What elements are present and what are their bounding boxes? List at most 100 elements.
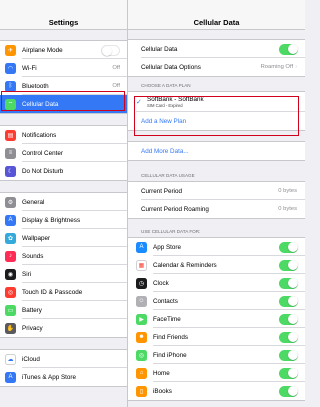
app-cellular-toggle[interactable] [279,313,298,325]
app-label: iBooks [153,387,172,395]
battery-icon: ▭ [5,304,16,316]
sidebar-title: Settings [0,0,127,30]
toggle-knob [287,314,298,324]
sidebar-item-display-brightness[interactable]: A Display & Brightness [0,211,127,229]
toggle-knob [287,332,298,342]
app-store-icon: A [136,241,147,253]
sidebar-item-itunes-app-store[interactable]: AiTunes & App Store [0,368,127,386]
apps-group: A App Store ▦ Calendar & Reminders ◷ Clock ☺ Co… [128,237,305,401]
cellular-data-panel: Cellular Data Cellular Data Cellular Data… [128,0,305,407]
sidebar-item-label: Siri [22,270,32,278]
sidebar-item-label: Battery [22,306,42,314]
chevron-right-icon: › [295,64,297,70]
usage-row-current-period: Current Period 0 bytes [128,182,305,200]
toggle-knob [287,296,298,306]
sidebar-item-label: Wi-Fi [22,64,37,72]
sidebar-item-label: Sounds [22,252,44,260]
sidebar-item-label: Touch ID & Passcode [22,288,83,296]
sidebar-item-notifications[interactable]: ▤ Notifications [0,126,127,144]
sidebar-item-privacy[interactable]: ✋ Privacy [0,319,127,337]
app-row-find-iphone: ◎ Find iPhone [128,346,305,364]
usage-value: 0 bytes [278,206,297,212]
row-value: Roaming Off [260,64,294,70]
airplane-mode-toggle[interactable] [101,44,120,56]
sidebar-group-accounts: ☁ iCloud AiTunes & App Store [0,349,127,387]
app-cellular-toggle[interactable] [279,331,298,343]
toggle-knob [287,386,298,396]
moon-icon: ☾ [5,165,16,177]
toggle-knob [287,44,298,54]
sidebar-group-general: ⚙ General A Display & Brightness ✿ Wallpaper ♪… [0,192,127,338]
add-more-data-link[interactable]: Add More Data... [128,142,305,160]
row-cellular-data-options[interactable]: Cellular Data Options Roaming Off › [128,58,305,76]
control-center-icon: ≡ [5,147,16,159]
icloud-icon: ☁ [5,353,16,365]
sidebar-item-touch-id-passcode[interactable]: ◎ Touch ID & Passcode [0,283,127,301]
airplane-icon: ✈ [5,44,16,56]
sidebar-item-icloud[interactable]: ☁ iCloud [0,350,127,368]
sidebar-item-label: Wallpaper [22,234,51,242]
toggle-knob [287,242,298,252]
sidebar-group-notifications: ▤ Notifications ≡ Control Center ☾ Do Not Dis… [0,125,127,181]
toggle-knob [287,350,298,360]
app-cellular-toggle[interactable] [279,277,298,289]
app-label: Find iPhone [153,351,187,359]
page-title: Cellular Data [128,0,305,30]
sidebar-item-label: Display & Brightness [22,216,81,224]
app-row-clock: ◷ Clock [128,274,305,292]
sidebar-item-label: Bluetooth [22,82,49,90]
sidebar-item-label: Do Not Disturb [22,167,64,175]
app-cellular-toggle[interactable] [279,259,298,271]
sidebar-item-sounds[interactable]: ♪ Sounds [0,247,127,265]
sidebar-item-wi-fi[interactable]: ◠ Wi-Fi Off [0,59,127,77]
contacts-icon: ☺ [136,295,147,307]
sidebar-item-wallpaper[interactable]: ✿ Wallpaper [0,229,127,247]
facetime-icon: ▶ [136,313,147,325]
data-plan-highlight [134,96,299,136]
clock-icon: ◷ [136,277,147,289]
app-cellular-toggle[interactable] [279,367,298,379]
app-cellular-toggle[interactable] [279,295,298,307]
app-row-find-friends: ☻ Find Friends [128,328,305,346]
usage-label: Current Period [141,187,182,195]
find-friends-icon: ☻ [136,331,147,343]
app-store-icon: A [5,371,16,383]
sidebar-item-battery[interactable]: ▭ Battery [0,301,127,319]
home-icon: ⌂ [136,367,147,379]
usage-label: Current Period Roaming [141,205,209,213]
app-cellular-toggle[interactable] [279,241,298,253]
app-cellular-toggle[interactable] [279,349,298,361]
sidebar-item-label: Control Center [22,149,63,157]
settings-sidebar: Settings ✈ Airplane Mode ◠ Wi-Fi Off ᛒ Bluetoo… [0,0,128,407]
fingerprint-icon: ◎ [5,286,16,298]
toggle-knob [287,278,298,288]
sidebar-item-value: Off [112,65,120,71]
cellular-data-highlight [1,91,125,111]
sidebar-item-do-not-disturb[interactable]: ☾ Do Not Disturb [0,162,127,180]
app-label: FaceTime [153,315,181,323]
wallpaper-icon: ✿ [5,232,16,244]
app-row-app-store: A App Store [128,238,305,256]
add-data-group: Add More Data... [128,141,305,161]
toggle-knob [287,368,298,378]
notifications-icon: ▤ [5,129,16,141]
sidebar-item-label: Airplane Mode [22,46,63,54]
sidebar-item-siri[interactable]: ◉ Siri [0,265,127,283]
toggle-knob [102,45,112,56]
add-more-data-label: Add More Data... [141,147,189,155]
sidebar-item-general[interactable]: ⚙ General [0,193,127,211]
sidebar-item-value: Off [112,83,120,89]
row-cellular-data[interactable]: Cellular Data [128,40,305,58]
app-label: Find Friends [153,333,188,341]
sidebar-item-airplane-mode[interactable]: ✈ Airplane Mode [0,41,127,59]
cellular-data-toggle[interactable] [279,43,298,55]
app-label: Calendar & Reminders [153,261,217,269]
usage-value: 0 bytes [278,188,297,194]
sidebar-item-control-center[interactable]: ≡ Control Center [0,144,127,162]
usage-row-current-period-roaming: Current Period Roaming 0 bytes [128,200,305,218]
app-row-facetime: ▶ FaceTime [128,310,305,328]
sidebar-item-label: iTunes & App Store [22,373,77,381]
app-label: App Store [153,243,182,251]
app-cellular-toggle[interactable] [279,385,298,397]
app-row-home: ⌂ Home [128,364,305,382]
